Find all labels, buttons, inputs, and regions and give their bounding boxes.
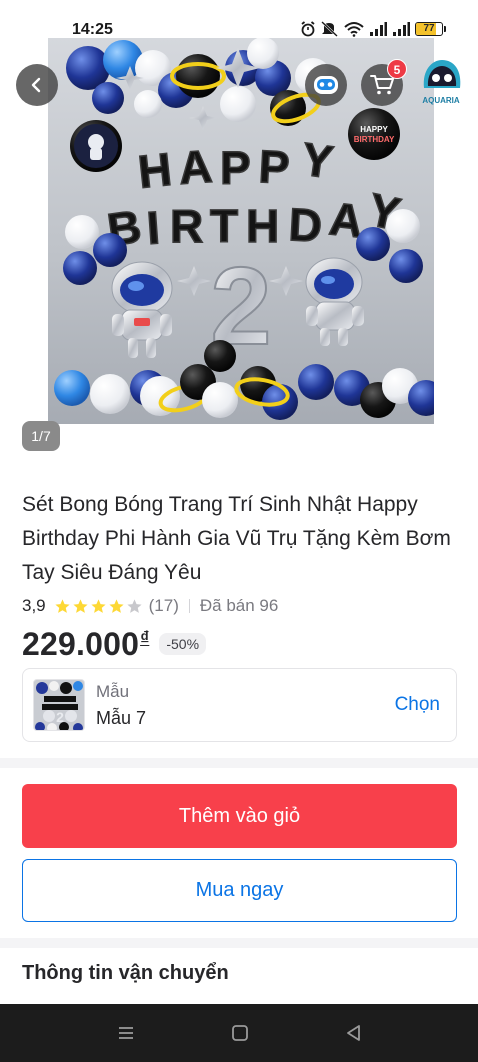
chevron-left-icon xyxy=(31,77,41,93)
svg-text:D: D xyxy=(287,198,323,252)
section-divider xyxy=(0,938,478,948)
alarm-icon xyxy=(301,21,315,37)
buy-now-button[interactable]: Mua ngay xyxy=(22,859,457,922)
back-triangle-icon[interactable] xyxy=(344,1023,364,1043)
svg-text:I: I xyxy=(145,201,161,254)
photo-badge-text-2: BIRTHDAY xyxy=(354,135,395,144)
variant-value: Mẫu 7 xyxy=(96,708,147,728)
mute-icon xyxy=(321,21,338,37)
svg-text:P: P xyxy=(257,140,290,194)
sold-count: Đã bán 96 xyxy=(199,596,279,615)
back-button[interactable] xyxy=(16,64,58,106)
chatbot-button[interactable] xyxy=(305,64,347,106)
rating-row[interactable]: 3,9 (17) Đã bán 96 xyxy=(22,593,278,619)
choose-variant-button[interactable]: Chọn xyxy=(395,694,440,716)
product-gallery[interactable]: HAPPY BIRTHDAY H A P P Y B I R T H D A Y xyxy=(0,0,478,470)
image-counter: 1/7 xyxy=(22,421,60,451)
discount-badge: -50% xyxy=(159,633,207,655)
review-count: (17) xyxy=(148,596,179,615)
photo-badge-text-1: HAPPY xyxy=(360,125,388,134)
cart-button[interactable]: 5 xyxy=(361,59,407,106)
status-icons: 77 xyxy=(300,21,446,37)
svg-text:A: A xyxy=(177,140,214,194)
brand-logo: AQUARIA xyxy=(416,54,466,108)
battery-level: 77 xyxy=(423,23,435,34)
star-icon xyxy=(109,598,124,613)
home-icon[interactable] xyxy=(230,1023,250,1043)
brand-name: AQUARIA xyxy=(422,96,460,105)
star-icon xyxy=(91,598,106,613)
shipping-info-heading[interactable]: Thông tin vận chuyển xyxy=(22,962,229,985)
star-icon xyxy=(73,598,88,613)
svg-text:Y: Y xyxy=(299,132,337,188)
star-icon xyxy=(55,598,70,613)
rating-stars xyxy=(54,598,143,615)
currency-symbol: ₫ xyxy=(140,628,150,648)
svg-text:R: R xyxy=(170,200,203,252)
price: 229.000 xyxy=(22,626,140,662)
section-divider xyxy=(0,758,478,768)
variant-label: Mẫu xyxy=(96,682,130,701)
svg-text:H: H xyxy=(136,143,174,198)
system-navigation-bar xyxy=(0,1004,478,1062)
variant-selector[interactable]: 2 Mẫu Mẫu 7 Chọn xyxy=(22,668,457,742)
signal-icon xyxy=(393,22,410,36)
price-row: 229.000 ₫ -50% xyxy=(22,626,207,666)
shopping-cart-icon xyxy=(370,75,394,95)
wifi-icon xyxy=(344,22,364,37)
product-title: Sét Bong Bóng Trang Trí Sinh Nhật Happy … xyxy=(22,493,451,584)
rating-score: 3,9 xyxy=(22,596,46,615)
menu-icon[interactable] xyxy=(116,1023,136,1043)
status-time: 14:25 xyxy=(72,21,113,38)
divider xyxy=(188,599,190,613)
battery-icon: 77 xyxy=(415,22,446,36)
star-icon xyxy=(127,598,142,613)
robot-icon xyxy=(314,76,338,94)
add-to-cart-button[interactable]: Thêm vào giỏ xyxy=(22,784,457,848)
cart-count-badge: 5 xyxy=(387,59,407,79)
variant-thumbnail: 2 xyxy=(33,679,85,731)
signal-icon xyxy=(370,22,387,36)
product-page: HAPPY BIRTHDAY H A P P Y B I R T H D A Y xyxy=(0,0,478,1062)
svg-text:P: P xyxy=(220,142,251,194)
status-bar: 14:25 77 xyxy=(0,0,478,40)
